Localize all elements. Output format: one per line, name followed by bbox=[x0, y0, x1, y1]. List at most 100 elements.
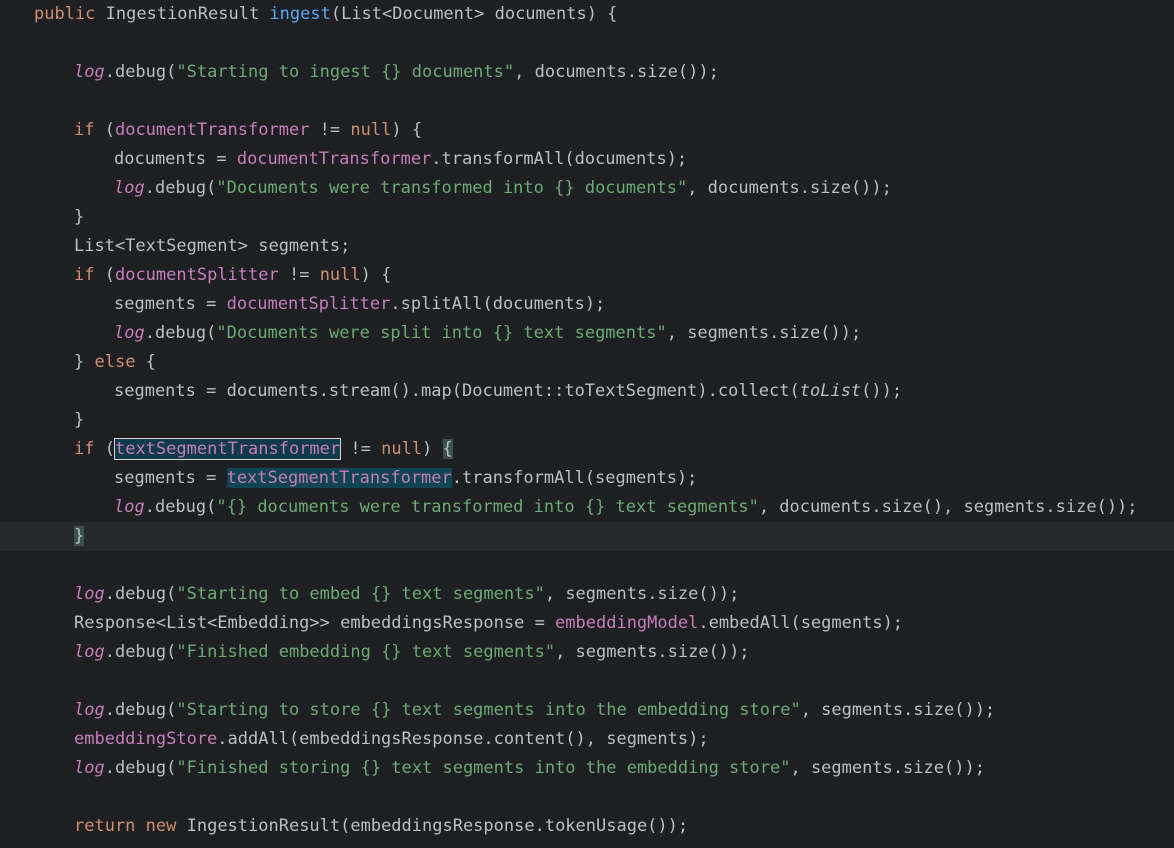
code-line[interactable] bbox=[0, 667, 1174, 696]
code-token: IngestionResult bbox=[105, 4, 270, 24]
code-line-text: } else { bbox=[74, 348, 156, 377]
code-line[interactable]: log.debug("Finished embedding {} text se… bbox=[0, 638, 1174, 667]
code-line-text: log.debug("Finished embedding {} text se… bbox=[74, 638, 750, 667]
code-token: , documents.size(), segments.size()); bbox=[758, 497, 1138, 517]
code-line[interactable]: List<TextSegment> segments; bbox=[0, 232, 1174, 261]
code-token: ()); bbox=[861, 381, 903, 401]
code-token: documentTransformer bbox=[114, 120, 310, 140]
code-line-text: segments = textSegmentTransformer.transf… bbox=[114, 464, 697, 493]
code-line[interactable]: log.debug("Documents were transformed in… bbox=[0, 174, 1174, 203]
code-token: != bbox=[309, 120, 351, 140]
code-line[interactable]: log.debug("Documents were split into {} … bbox=[0, 319, 1174, 348]
code-line-text: Response<List<Embedding>> embeddingsResp… bbox=[74, 609, 903, 638]
code-token: Response<List<Embedding>> embeddingsResp… bbox=[74, 613, 556, 633]
code-line-text: } bbox=[74, 203, 84, 232]
code-token: documentTransformer bbox=[236, 149, 432, 169]
code-line-text: if (documentTransformer != null) { bbox=[74, 116, 422, 145]
code-line[interactable]: log.debug("Starting to store {} text seg… bbox=[0, 696, 1174, 725]
code-token: public bbox=[34, 4, 106, 24]
code-line[interactable]: segments = documentSplitter.splitAll(doc… bbox=[0, 290, 1174, 319]
code-line-text: log.debug("Starting to ingest {} documen… bbox=[74, 58, 719, 87]
code-token: textSegmentTransformer bbox=[113, 438, 342, 460]
code-token: log bbox=[114, 497, 145, 517]
code-token: log bbox=[74, 642, 105, 662]
code-line-text: } bbox=[74, 406, 84, 435]
code-line[interactable] bbox=[0, 29, 1174, 58]
code-token: } bbox=[74, 352, 95, 372]
code-token: segments = bbox=[114, 468, 227, 488]
code-token: , documents.size()); bbox=[514, 62, 719, 82]
code-editor[interactable]: public IngestionResult ingest(List<Docum… bbox=[0, 0, 1174, 848]
code-line-text: public IngestionResult ingest(List<Docum… bbox=[34, 0, 617, 29]
code-line[interactable]: } bbox=[0, 406, 1174, 435]
code-token: .transformAll(segments); bbox=[451, 468, 698, 488]
code-line[interactable]: } bbox=[0, 522, 1174, 551]
code-token: if bbox=[74, 439, 105, 459]
code-token: ingest bbox=[269, 4, 331, 24]
code-token: "Starting to embed {} text segments" bbox=[176, 584, 545, 604]
code-token: .debug( bbox=[144, 323, 217, 343]
code-token: ( bbox=[104, 265, 115, 285]
code-token: embeddingModel bbox=[555, 613, 699, 633]
code-token: new bbox=[145, 816, 187, 836]
code-token: documentSplitter bbox=[226, 294, 391, 314]
code-token: "Documents were split into {} text segme… bbox=[216, 323, 667, 343]
code-token: ) { bbox=[391, 120, 423, 140]
code-token: (List<Document> documents) { bbox=[330, 4, 618, 24]
code-token: .debug( bbox=[104, 62, 177, 82]
code-line[interactable]: log.debug("Starting to embed {} text seg… bbox=[0, 580, 1174, 609]
code-line[interactable]: } bbox=[0, 203, 1174, 232]
code-line[interactable]: segments = textSegmentTransformer.transf… bbox=[0, 464, 1174, 493]
code-token: if bbox=[74, 120, 105, 140]
code-line[interactable]: embeddingStore.addAll(embeddingsResponse… bbox=[0, 725, 1174, 754]
code-token: .debug( bbox=[104, 758, 177, 778]
code-token: "Starting to store {} text segments into… bbox=[176, 700, 801, 720]
code-token: log bbox=[114, 178, 145, 198]
code-line[interactable]: segments = documents.stream().map(Docume… bbox=[0, 377, 1174, 406]
code-line-text: log.debug("Documents were split into {} … bbox=[114, 319, 861, 348]
code-token: { bbox=[135, 352, 156, 372]
code-line-text: segments = documentSplitter.splitAll(doc… bbox=[114, 290, 605, 319]
code-token: null bbox=[350, 120, 392, 140]
code-token: log bbox=[74, 758, 105, 778]
code-token: List<TextSegment> segments; bbox=[74, 236, 351, 256]
code-line[interactable] bbox=[0, 783, 1174, 812]
code-token: .debug( bbox=[104, 584, 177, 604]
code-token: .addAll(embeddingsResponse.content(), se… bbox=[217, 729, 709, 749]
code-line[interactable]: if (documentTransformer != null) { bbox=[0, 116, 1174, 145]
code-token: return bbox=[74, 816, 146, 836]
code-token: .splitAll(documents); bbox=[390, 294, 606, 314]
code-token: "{} documents were transformed into {} t… bbox=[216, 497, 759, 517]
code-line[interactable] bbox=[0, 87, 1174, 116]
code-token: if bbox=[74, 265, 105, 285]
code-line[interactable]: Response<List<Embedding>> embeddingsResp… bbox=[0, 609, 1174, 638]
code-token: documents = bbox=[114, 149, 237, 169]
code-line[interactable]: public IngestionResult ingest(List<Docum… bbox=[0, 0, 1174, 29]
code-line[interactable]: if (textSegmentTransformer != null) { bbox=[0, 435, 1174, 464]
code-token: , segments.size()); bbox=[666, 323, 862, 343]
code-line[interactable]: log.debug("{} documents were transformed… bbox=[0, 493, 1174, 522]
code-token: ) { bbox=[360, 265, 392, 285]
code-line-text: log.debug("Starting to store {} text seg… bbox=[74, 696, 995, 725]
code-line[interactable] bbox=[0, 551, 1174, 580]
code-line[interactable]: log.debug("Starting to ingest {} documen… bbox=[0, 58, 1174, 87]
code-line[interactable]: return new IngestionResult(embeddingsRes… bbox=[0, 812, 1174, 841]
code-token: ) bbox=[422, 439, 443, 459]
code-token: segments = bbox=[114, 294, 227, 314]
code-line[interactable]: } else { bbox=[0, 348, 1174, 377]
code-line-text: List<TextSegment> segments; bbox=[74, 232, 350, 261]
code-token: "Finished embedding {} text segments" bbox=[176, 642, 556, 662]
code-token: ( bbox=[104, 120, 115, 140]
code-token: , documents.size()); bbox=[687, 178, 892, 198]
code-token: } bbox=[74, 410, 85, 430]
code-line-text: log.debug("Starting to embed {} text seg… bbox=[74, 580, 739, 609]
code-line[interactable]: if (documentSplitter != null) { bbox=[0, 261, 1174, 290]
code-line[interactable]: log.debug("Finished storing {} text segm… bbox=[0, 754, 1174, 783]
code-token: } bbox=[74, 207, 85, 227]
code-token: } bbox=[74, 526, 85, 546]
code-token: toList bbox=[799, 381, 862, 401]
code-line[interactable]: documents = documentTransformer.transfor… bbox=[0, 145, 1174, 174]
code-token: IngestionResult(embeddingsResponse.token… bbox=[186, 816, 689, 836]
code-token: .embedAll(segments); bbox=[698, 613, 904, 633]
code-token: != bbox=[340, 439, 382, 459]
